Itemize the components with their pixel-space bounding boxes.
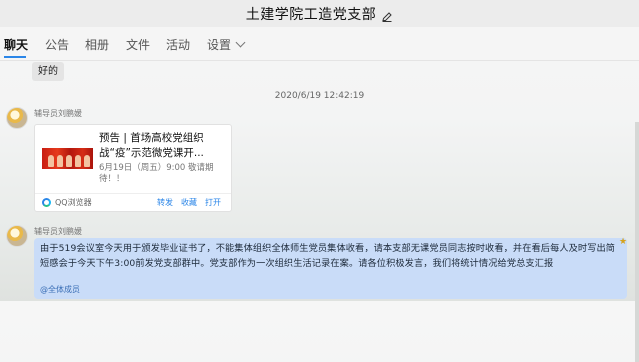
card-description: 6月19日（周五）9:00 敬请期待！！: [99, 163, 214, 184]
favorite-link[interactable]: 收藏: [181, 197, 197, 208]
tab-settings[interactable]: 设置: [207, 36, 246, 53]
chevron-down-icon: [235, 37, 246, 48]
card-source: QQ浏览器: [42, 197, 92, 208]
sender-name[interactable]: 辅导员刘鹏媛: [34, 108, 82, 119]
shared-link-card[interactable]: 预告 | 首场高校党组织战“疫”示范微党课开... 6月19日（周五）9:00 …: [34, 124, 232, 212]
scrollbar[interactable]: [635, 122, 639, 362]
tab-announcements[interactable]: 公告: [45, 36, 69, 53]
card-source-label: QQ浏览器: [55, 198, 92, 207]
edit-icon[interactable]: [381, 8, 393, 22]
tab-activities[interactable]: 活动: [166, 36, 190, 53]
card-thumbnail: [42, 148, 93, 169]
open-link[interactable]: 打开: [205, 197, 221, 208]
card-divider: [35, 193, 231, 194]
tab-files[interactable]: 文件: [126, 36, 150, 53]
message-bubble[interactable]: 由于519会议室今天用于颁发毕业证书了，不能集体组织全体师生党员集体收看，请本支…: [34, 238, 627, 299]
tab-bar: 聊天 公告 相册 文件 活动 设置: [0, 27, 639, 61]
tab-chat[interactable]: 聊天: [4, 36, 28, 53]
avatar[interactable]: [6, 107, 28, 129]
chat-area[interactable]: 好的 2020/6/19 12:42:19 辅导员刘鹏媛 预告 | 首场高校党组…: [0, 61, 639, 362]
group-title: 土建学院工造党支部: [245, 6, 377, 23]
message-bubble[interactable]: 好的: [32, 62, 64, 81]
avatar[interactable]: [6, 225, 28, 247]
mention-all-members[interactable]: @全体成员: [40, 284, 80, 295]
card-title: 预告 | 首场高校党组织战“疫”示范微党课开...: [99, 132, 204, 159]
star-icon: ★: [619, 237, 628, 247]
message-timestamp: 2020/6/19 12:42:19: [274, 91, 365, 101]
forward-link[interactable]: 转发: [157, 197, 173, 208]
message-text: 由于519会议室今天用于颁发毕业证书了，不能集体组织全体师生党员集体收看，请本支…: [40, 243, 616, 269]
active-tab-indicator: [4, 56, 26, 58]
qq-browser-icon: [42, 198, 51, 207]
sender-name[interactable]: 辅导员刘鹏媛: [34, 226, 82, 237]
tab-album[interactable]: 相册: [85, 36, 109, 53]
tab-settings-label: 设置: [207, 38, 232, 52]
title-bar: 土建学院工造党支部: [0, 0, 639, 27]
